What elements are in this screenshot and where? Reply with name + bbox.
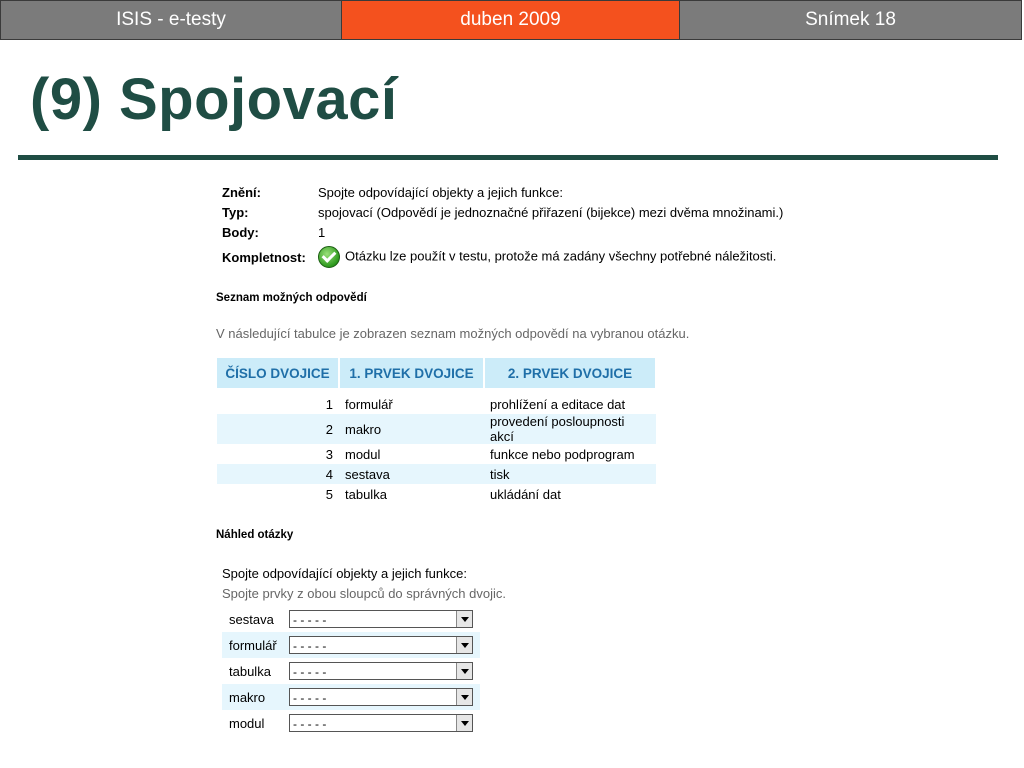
- pair-number: 1: [325, 396, 333, 412]
- check-circle-icon: [318, 246, 340, 268]
- table-row: 1 formulář prohlížení a editace dat: [217, 394, 656, 414]
- pair-number: 4: [217, 464, 339, 484]
- match-row: formulář - - - - -: [222, 632, 480, 658]
- match-row: modul - - - - -: [222, 710, 480, 736]
- answers-table: ČÍSLO DVOJICE 1. PRVEK DVOJICE 2. PRVEK …: [217, 358, 657, 504]
- preview-heading: Náhled otázky: [216, 529, 294, 541]
- match-select[interactable]: - - - - -: [289, 688, 473, 706]
- kompletnost-status: Otázku lze použít v testu, protože má za…: [318, 246, 776, 268]
- pair-first: modul: [345, 446, 381, 462]
- match-select[interactable]: - - - - -: [289, 662, 473, 680]
- info-row-typ: Typ: spojovací (Odpovědí je jednoznačné …: [222, 202, 783, 222]
- info-row-body: Body: 1: [222, 222, 783, 242]
- match-label: sestava: [229, 611, 274, 627]
- info-row-zneni: Znění: Spojte odpovídající objekty a jej…: [222, 182, 783, 202]
- answers-description: V následující tabulce je zobrazen seznam…: [216, 326, 690, 341]
- table-row: 2 makro provedení posloupnosti akcí: [217, 414, 656, 444]
- match-select[interactable]: - - - - -: [289, 714, 473, 732]
- pair-second: prohlížení a editace dat: [490, 396, 626, 412]
- chevron-down-icon[interactable]: [456, 611, 472, 627]
- match-row: sestava - - - - -: [222, 606, 480, 632]
- pair-second: ukládání dat: [490, 486, 561, 502]
- chevron-down-icon[interactable]: [456, 689, 472, 705]
- match-select[interactable]: - - - - -: [289, 636, 473, 654]
- chevron-down-icon[interactable]: [456, 715, 472, 731]
- table-row: 4 sestava tisk: [217, 464, 656, 484]
- kompletnost-value: Otázku lze použít v testu, protože má za…: [345, 248, 777, 264]
- pair-second: provedení posloupnosti akcí: [484, 414, 656, 444]
- pair-number: 3: [325, 446, 333, 462]
- column-header-prvek2: 2. PRVEK DVOJICE: [484, 358, 657, 388]
- select-value: - - - - -: [293, 613, 327, 627]
- match-label: formulář: [229, 637, 277, 653]
- select-value: - - - - -: [293, 639, 327, 653]
- preview-question: Spojte odpovídající objekty a jejich fun…: [222, 566, 467, 581]
- match-row: makro - - - - -: [222, 684, 480, 710]
- zneni-label: Znění:: [222, 184, 261, 200]
- pair-second: tisk: [484, 464, 656, 484]
- zneni-value: Spojte odpovídající objekty a jejich fun…: [318, 184, 563, 200]
- column-header-cislo: ČÍSLO DVOJICE: [217, 358, 340, 388]
- header-right: Snímek 18: [680, 0, 1022, 40]
- match-row: tabulka - - - - -: [222, 658, 480, 684]
- select-value: - - - - -: [293, 717, 327, 731]
- body-label: Body:: [222, 224, 259, 240]
- select-value: - - - - -: [293, 691, 327, 705]
- pair-second: funkce nebo podprogram: [490, 446, 635, 462]
- typ-label: Typ:: [222, 204, 249, 220]
- title-divider: [18, 155, 998, 160]
- match-label: makro: [229, 689, 266, 705]
- pair-number: 5: [325, 486, 333, 502]
- pair-first: formulář: [345, 396, 393, 412]
- body-value: 1: [318, 224, 326, 240]
- slide-title: (9) Spojovací: [30, 67, 398, 132]
- preview-match-list: sestava - - - - - formulář - - - - - tab…: [222, 606, 480, 736]
- info-row-kompletnost: Kompletnost: Otázku lze použít v testu, …: [222, 242, 783, 272]
- pair-first: tabulka: [345, 486, 387, 502]
- question-info: Znění: Spojte odpovídající objekty a jej…: [222, 182, 783, 272]
- chevron-down-icon[interactable]: [456, 637, 472, 653]
- table-header-row: ČÍSLO DVOJICE 1. PRVEK DVOJICE 2. PRVEK …: [217, 358, 657, 388]
- typ-value: spojovací (Odpovědí je jednoznačné přiřa…: [318, 204, 784, 220]
- select-value: - - - - -: [293, 665, 327, 679]
- header-left: ISIS - e-testy: [0, 0, 342, 40]
- answers-heading: Seznam možných odpovědí: [216, 292, 367, 304]
- match-label: modul: [229, 715, 265, 731]
- preview-hint: Spojte prvky z obou sloupců do správných…: [222, 586, 506, 601]
- table-row: 5 tabulka ukládání dat: [217, 484, 656, 504]
- kompletnost-label: Kompletnost:: [222, 249, 306, 265]
- match-label: tabulka: [229, 663, 271, 679]
- pair-number: 2: [217, 414, 339, 444]
- header-center: duben 2009: [342, 0, 680, 40]
- pair-first: sestava: [339, 464, 484, 484]
- chevron-down-icon[interactable]: [456, 663, 472, 679]
- column-header-prvek1: 1. PRVEK DVOJICE: [339, 358, 485, 388]
- table-row: 3 modul funkce nebo podprogram: [217, 444, 656, 464]
- match-select[interactable]: - - - - -: [289, 610, 473, 628]
- slide-header-bar: ISIS - e-testy duben 2009 Snímek 18: [0, 0, 1024, 40]
- pair-first: makro: [339, 414, 484, 444]
